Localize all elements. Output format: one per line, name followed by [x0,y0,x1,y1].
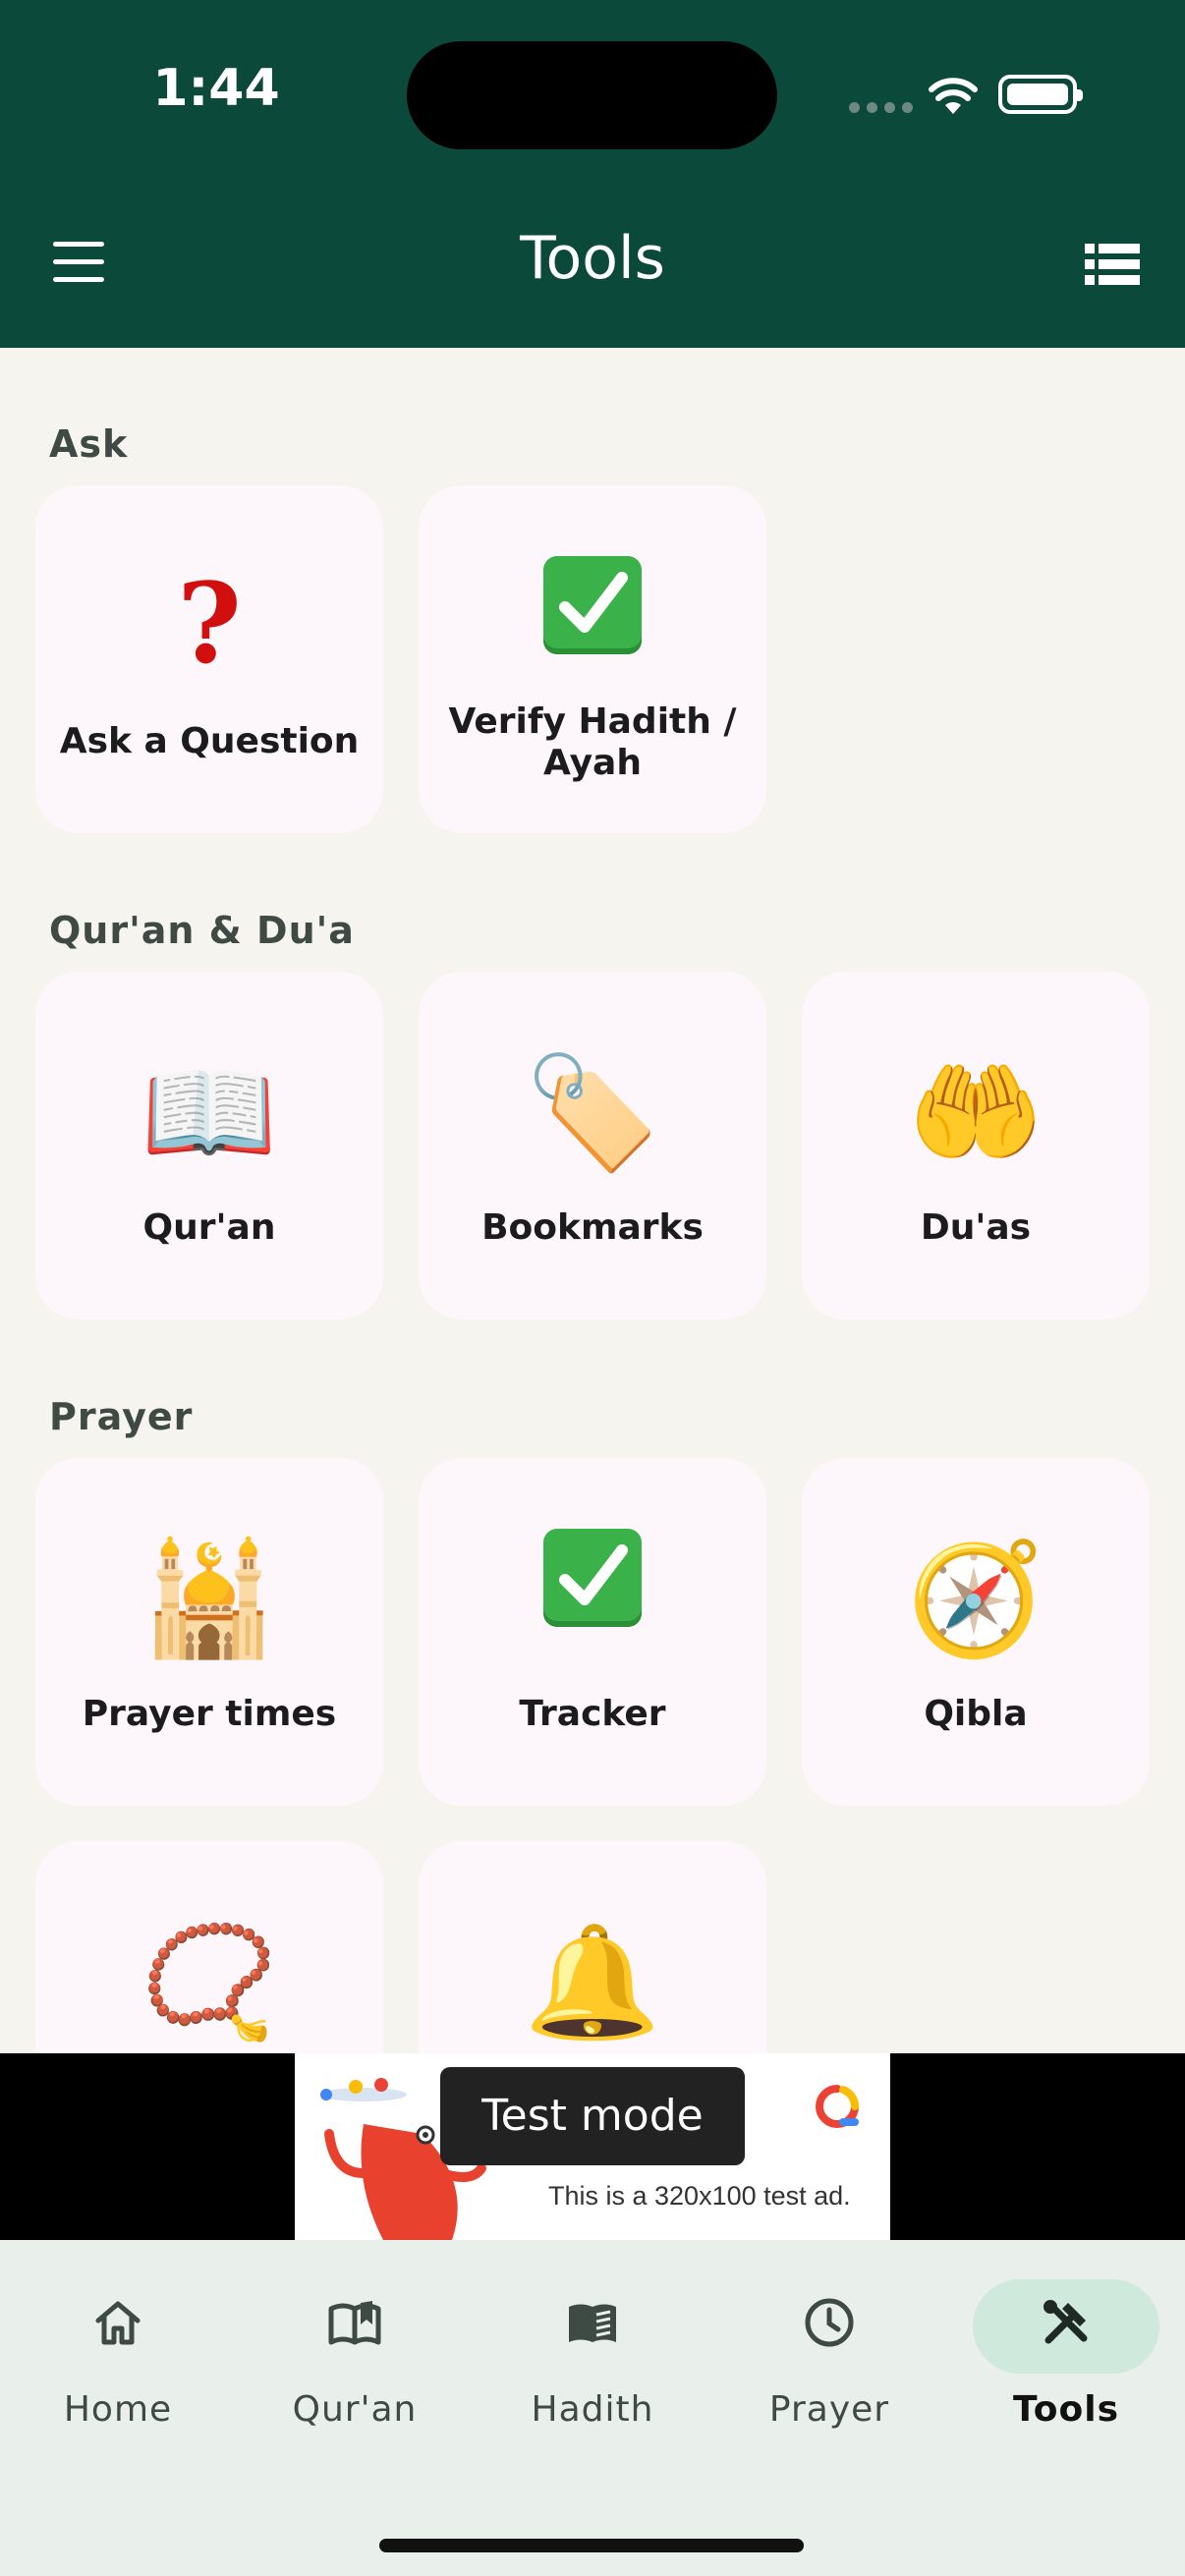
list-view-button[interactable] [1085,242,1140,287]
palms-up-icon: 🤲 [907,1049,1044,1177]
check-mark-icon [543,556,642,654]
cellular-signal-icon [849,102,913,113]
tool-tracker[interactable]: Tracker [419,1458,766,1806]
ad-text: This is a 320x100 test ad. [548,2181,851,2211]
bookmark-tag-icon: 🏷️ [524,1049,661,1177]
tool-label: Qibla [924,1694,1028,1734]
hadith-book-icon [543,2285,642,2360]
nav-label: Qur'an [292,2389,418,2430]
tool-label: Ask a Question [59,721,360,761]
mosque-icon: 🕌 [141,1536,278,1663]
section-title-ask: Ask [49,422,129,466]
page-title: Tools [520,224,665,293]
compass-icon: 🧭 [907,1536,1044,1663]
tool-label: Tracker [519,1694,666,1734]
tool-label: Prayer times [82,1694,337,1734]
tools-icon [973,2279,1159,2374]
check-mark-icon [543,1529,642,1627]
wifi-icon [929,78,978,114]
tool-bookmarks[interactable]: 🏷️ Bookmarks [419,972,766,1319]
nav-label: Prayer [768,2389,890,2430]
tool-prayer-times[interactable]: 🕌 Prayer times [35,1458,383,1806]
section-title-prayer: Prayer [49,1395,194,1438]
question-mark-icon: ? [177,560,242,689]
nav-quran[interactable]: Qur'an [256,2275,453,2433]
bell-icon: 🔔 [524,1919,661,2046]
tool-qibla[interactable]: 🧭 Qibla [802,1458,1150,1806]
tool-label: Bookmarks [481,1207,704,1248]
tool-label: Du'as [920,1207,1032,1248]
dynamic-island [407,41,777,149]
ad-choices-icon[interactable] [814,2083,861,2130]
clock-icon [780,2285,878,2360]
open-book-icon: 📖 [141,1049,278,1177]
nav-home[interactable]: Home [20,2275,216,2433]
section-title-quran-dua: Qur'an & Du'a [49,909,355,952]
nav-label: Home [63,2389,173,2430]
tool-label: Qur'an [142,1207,276,1248]
nav-hadith[interactable]: Hadith [494,2275,691,2433]
test-mode-toast: Test mode [440,2067,745,2165]
tool-verify-hadith[interactable]: Verify Hadith / Ayah [419,485,766,833]
nav-label: Tools [1012,2389,1119,2430]
status-time: 1:44 [152,59,280,118]
nav-tools[interactable]: Tools [968,2275,1164,2433]
home-icon [69,2285,167,2360]
prayer-beads-icon: 📿 [141,1919,278,2046]
tool-duas[interactable]: 🤲 Du'as [802,972,1150,1319]
nav-label: Hadith [531,2389,654,2430]
nav-prayer[interactable]: Prayer [731,2275,928,2433]
battery-icon [998,75,1083,114]
tool-quran[interactable]: 📖 Qur'an [35,972,383,1319]
quran-book-icon [306,2285,404,2360]
tool-label: Verify Hadith / Ayah [448,701,737,783]
app-header: 1:44 Tools [0,0,1185,348]
tool-ask-question[interactable]: ? Ask a Question [35,485,383,833]
bottom-navigation: Home Qur'an Hadith Prayer Tools [0,2240,1185,2576]
home-indicator [379,2539,804,2552]
